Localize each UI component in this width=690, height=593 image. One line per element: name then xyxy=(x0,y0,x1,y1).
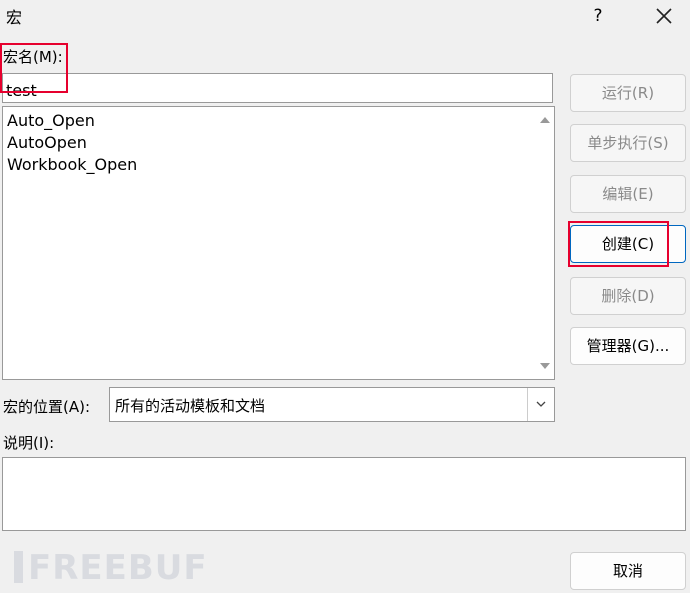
location-value: 所有的活动模板和文档 xyxy=(115,397,266,415)
close-button[interactable] xyxy=(650,3,678,29)
list-scrollbar[interactable] xyxy=(536,107,554,379)
cancel-button[interactable]: 取消 xyxy=(570,552,686,590)
close-icon xyxy=(656,8,672,24)
title-bar: 宏 ? xyxy=(0,0,690,34)
macro-name-input[interactable]: test xyxy=(2,73,553,103)
list-item[interactable]: AutoOpen xyxy=(7,133,87,152)
list-item[interactable]: Workbook_Open xyxy=(7,155,137,174)
chevron-down-icon xyxy=(536,401,546,407)
dialog-title: 宏 xyxy=(6,8,23,27)
description-box xyxy=(2,457,686,531)
edit-button[interactable]: 编辑(E) xyxy=(570,175,686,213)
dropdown-button[interactable] xyxy=(527,388,554,421)
organizer-button[interactable]: 管理器(G)... xyxy=(570,327,686,365)
scroll-down-icon[interactable] xyxy=(540,363,550,369)
watermark: FREEBUF xyxy=(14,548,208,588)
step-into-button[interactable]: 单步执行(S) xyxy=(570,124,686,162)
delete-button[interactable]: 删除(D) xyxy=(570,277,686,315)
location-label: 宏的位置(A): xyxy=(3,398,91,416)
scroll-up-icon[interactable] xyxy=(540,117,550,123)
watermark-logo-icon xyxy=(14,551,23,583)
macro-list[interactable]: Auto_Open AutoOpen Workbook_Open xyxy=(2,106,555,380)
description-label: 说明(I): xyxy=(3,434,55,452)
run-button[interactable]: 运行(R) xyxy=(570,74,686,112)
location-select[interactable]: 所有的活动模板和文档 xyxy=(109,387,555,422)
help-button[interactable]: ? xyxy=(586,3,610,29)
list-item[interactable]: Auto_Open xyxy=(7,111,95,130)
highlight-box-create xyxy=(568,221,669,267)
highlight-box-macro-name xyxy=(0,43,68,93)
